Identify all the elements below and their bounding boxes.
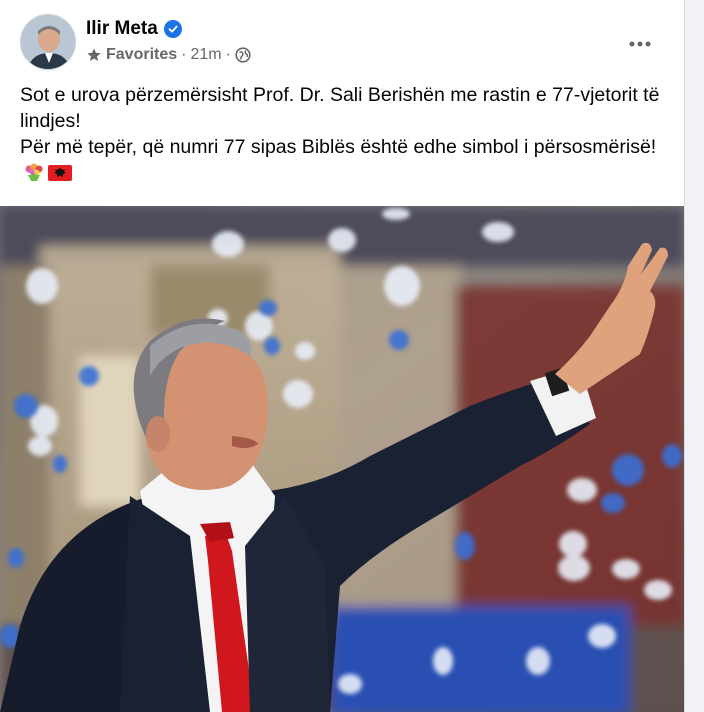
meta-separator: ·	[225, 46, 231, 63]
verified-badge-icon	[163, 20, 182, 38]
post-photo[interactable]	[0, 206, 684, 712]
more-options-icon[interactable]	[622, 26, 658, 62]
albania-flag-emoji	[48, 163, 72, 189]
author-avatar[interactable]	[20, 14, 76, 70]
post-meta: Favorites · 21m ·	[86, 46, 251, 64]
post-timestamp[interactable]: 21m	[190, 46, 221, 64]
flower-bouquet-emoji	[23, 162, 45, 189]
post-text-line: Për më tepër, që numri 77 sipas Biblës ë…	[20, 136, 657, 158]
post-text-line-2: Për më tepër, që numri 77 sipas Biblës ë…	[20, 134, 670, 189]
post-header: Ilir Meta Favorites · 21m ·	[20, 14, 670, 74]
post-card: Ilir Meta Favorites · 21m · Sot e urova …	[0, 0, 685, 712]
post-text: Sot e urova përzemërsisht Prof. Dr. Sali…	[20, 82, 670, 189]
post-text-line: Sot e urova përzemërsisht Prof. Dr. Sali…	[20, 84, 660, 132]
author-name[interactable]: Ilir Meta	[86, 18, 158, 40]
star-icon	[87, 48, 101, 61]
photo-illustration	[0, 206, 684, 712]
audience-label[interactable]: Favorites	[106, 46, 177, 64]
globe-icon	[235, 47, 251, 63]
author-name-row: Ilir Meta	[86, 18, 182, 40]
meta-separator: ·	[181, 46, 187, 63]
